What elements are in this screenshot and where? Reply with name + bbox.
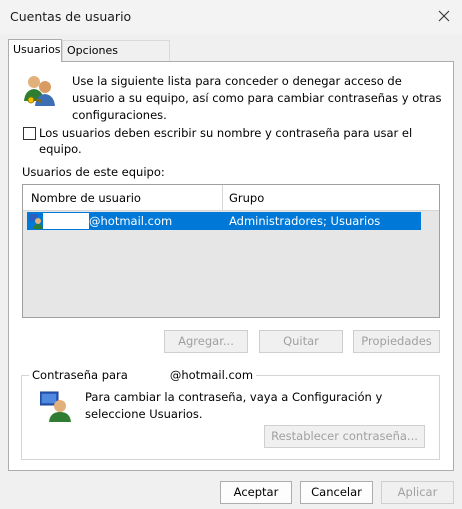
- redacted-name: [43, 213, 89, 229]
- apply-button[interactable]: Aplicar: [381, 481, 454, 504]
- window-title: Cuentas de usuario: [10, 9, 132, 24]
- password-legend-account: @hotmail.com: [169, 368, 254, 382]
- reset-password-button[interactable]: Restablecer contraseña...: [264, 425, 425, 448]
- password-legend-prefix: Contraseña para: [32, 368, 128, 382]
- cancel-button-label: Cancelar: [311, 485, 362, 499]
- properties-button[interactable]: Propiedades: [353, 330, 440, 353]
- tab-advanced-options[interactable]: Opciones avanzadas: [62, 40, 170, 77]
- users-list-header: Nombre de usuario Grupo: [23, 185, 439, 211]
- row-username: @hotmail.com: [89, 214, 173, 228]
- tab-users[interactable]: Usuarios: [8, 39, 62, 62]
- close-icon[interactable]: [435, 7, 453, 25]
- cancel-button[interactable]: Cancelar: [300, 481, 373, 504]
- require-login-checkbox[interactable]: [23, 127, 36, 140]
- table-row[interactable]: @hotmail.com Administradores; Usuarios: [27, 212, 421, 230]
- password-instructions: Para cambiar la contraseña, vaya a Confi…: [85, 390, 383, 421]
- tab-users-label: Usuarios: [13, 43, 61, 56]
- title-bar: Cuentas de usuario: [0, 0, 462, 34]
- properties-button-label: Propiedades: [361, 334, 432, 348]
- apply-button-label: Aplicar: [397, 485, 438, 499]
- user-password-icon: [40, 391, 71, 422]
- row-group: Administradores; Usuarios: [229, 214, 381, 228]
- remove-user-button[interactable]: Quitar: [259, 330, 343, 353]
- ok-button[interactable]: Aceptar: [220, 481, 292, 504]
- user-account-icon: [29, 214, 43, 229]
- column-header-group[interactable]: Grupo: [229, 191, 264, 205]
- users-list-label: Usuarios de este equipo:: [22, 165, 165, 179]
- password-group-legend: Contraseña para @hotmail.com: [29, 368, 257, 382]
- add-user-button[interactable]: Agregar...: [164, 330, 248, 353]
- ok-button-label: Aceptar: [233, 485, 279, 499]
- column-divider[interactable]: [222, 185, 223, 210]
- column-header-username[interactable]: Nombre de usuario: [31, 191, 141, 205]
- info-description: Use la siguiente lista para conceder o d…: [72, 74, 442, 122]
- remove-user-button-label: Quitar: [283, 334, 319, 348]
- require-login-label[interactable]: Los usuarios deben escribir su nombre y …: [39, 125, 439, 157]
- reset-password-button-label: Restablecer contraseña...: [271, 429, 418, 443]
- users-icon: [24, 76, 55, 106]
- users-list[interactable]: Nombre de usuario Grupo @hotmail.com Adm…: [22, 184, 440, 318]
- add-user-button-label: Agregar...: [178, 334, 234, 348]
